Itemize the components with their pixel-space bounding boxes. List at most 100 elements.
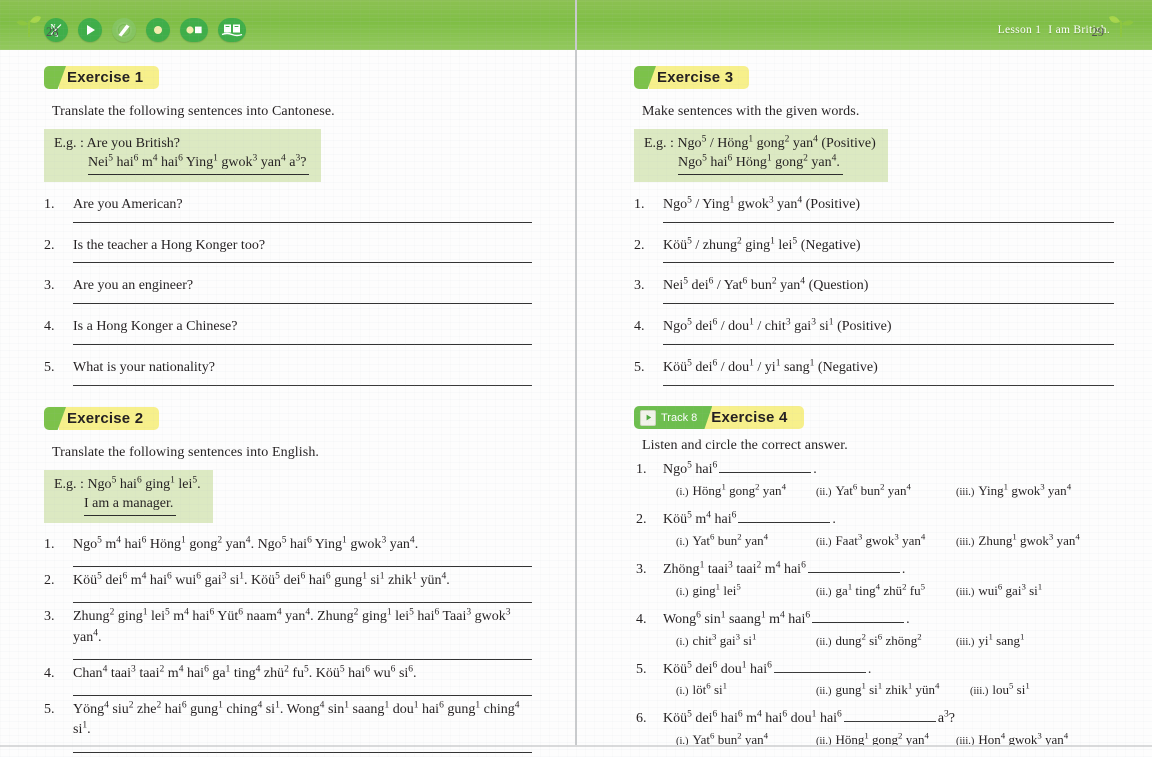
- option-choice[interactable]: (ii.) gung1 si1 zhik1 yün4: [816, 682, 939, 698]
- option-text: dung2 si6 zhöng2: [835, 631, 922, 648]
- answer-blank-line[interactable]: [73, 344, 532, 346]
- exercise-4-instruction: Listen and circle the correct answer.: [642, 438, 848, 453]
- option-choice[interactable]: (ii.) Faat3 gwok3 yan4: [816, 532, 925, 549]
- option-choice[interactable]: (i.) Höng1 gong2 yan4: [676, 482, 786, 499]
- question-number: 3.: [636, 561, 647, 577]
- exercise-1-question-list: 1. Are you American? 2. Is the teacher a…: [44, 195, 532, 386]
- answer-blank[interactable]: [773, 671, 866, 673]
- option-marker: (iii.): [970, 686, 989, 698]
- option-marker: (ii.): [816, 636, 832, 648]
- answer-blank[interactable]: [843, 721, 936, 723]
- option-marker: (ii.): [816, 686, 832, 698]
- option-marker: (iii.): [956, 586, 975, 598]
- answer-blank-line[interactable]: [73, 385, 532, 386]
- track-play-icon: [640, 409, 656, 426]
- option-text: lou5 si1: [992, 681, 1030, 698]
- answer-blank-line[interactable]: [73, 303, 532, 305]
- question-number: 5.: [44, 360, 55, 376]
- lesson-number: Lesson 1: [997, 24, 1042, 36]
- question-text: Ngo5 m4 hai6 Höng1 gong2 yan4. Ngo5 hai6…: [73, 534, 419, 552]
- option-choice[interactable]: (iii.) Ying1 gwok3 yan4: [956, 481, 1072, 499]
- option-text: Ying1 gwok3 yan4: [978, 481, 1072, 498]
- play-icon[interactable]: [78, 18, 102, 42]
- option-choice[interactable]: (i.) chit3 gai3 si1: [676, 631, 757, 649]
- answer-blank-line[interactable]: [73, 751, 532, 753]
- option-choice[interactable]: (ii.) dung2 si6 zhöng2: [816, 631, 922, 649]
- answer-blank-line[interactable]: [73, 221, 532, 223]
- question-item: 4. Wong6 sin1 saang1 m4 hai6. (i.) chit3 g…: [634, 610, 1114, 654]
- option-text: ga1 ting4 zhü2 fu5: [835, 581, 926, 598]
- option-text: Yat6 bun2 yan4: [835, 481, 911, 498]
- question-text: Ngo5 / Ying1 gwok3 yan4 (Positive): [663, 194, 861, 212]
- question-number: 6.: [636, 711, 647, 727]
- question-number: 5.: [636, 661, 647, 677]
- answer-blank-line[interactable]: [73, 658, 532, 660]
- answer-blank-line[interactable]: [73, 695, 532, 697]
- option-marker: (i.): [676, 536, 689, 548]
- question-stem: Ngo5 hai6: [663, 460, 718, 477]
- question-number: 3.: [634, 278, 645, 294]
- option-marker: (ii.): [816, 536, 832, 548]
- answer-blank-line[interactable]: [663, 303, 1114, 305]
- question-item: 2. Köü5 dei6 m4 hai6 wui6 gai3 si1. Köü5 …: [44, 565, 532, 591]
- option-text: yi1 sang1: [978, 631, 1025, 648]
- answer-blank-line[interactable]: [663, 221, 1114, 223]
- option-choice[interactable]: (iii.) yi1 sang1: [956, 631, 1025, 649]
- option-choice[interactable]: (i.) ging1 lei5: [676, 582, 741, 599]
- answer-blank-line[interactable]: [73, 262, 532, 264]
- dot-circle-icon[interactable]: [146, 18, 170, 42]
- question-number: 2.: [634, 237, 645, 253]
- answer-blank[interactable]: [719, 472, 812, 473]
- question-item: 4. Ngo5 dei6 / dou1 / chit3 gai3 si1 (Po…: [634, 317, 1114, 346]
- answer-blank[interactable]: [807, 571, 900, 573]
- answer-blank-line[interactable]: [663, 262, 1114, 264]
- trailing-blank: [44, 751, 532, 753]
- question-number: 3.: [44, 609, 55, 625]
- option-choice[interactable]: (ii.) ga1 ting4 zhü2 fu5: [816, 581, 926, 599]
- option-marker: (iii.): [956, 536, 975, 548]
- answer-blank[interactable]: [812, 621, 905, 623]
- answer-blank-line[interactable]: [663, 385, 1114, 386]
- question-text: Nei5 dei6 / Yat6 bun2 yan4 (Question): [663, 276, 869, 294]
- question-item: 1. Ngo5 / Ying1 gwok3 yan4 (Positive): [634, 195, 1114, 223]
- question-text: Are you an engineer?: [73, 278, 194, 294]
- question-item: 3. Nei5 dei6 / Yat6 bun2 yan4 (Question): [634, 276, 1114, 305]
- option-choice[interactable]: (ii.) Yat6 bun2 yan4: [816, 481, 911, 499]
- record-stop-icon[interactable]: [180, 18, 208, 42]
- example-line-1: E.g. : Are you British?: [54, 136, 180, 151]
- example-line-1: E.g. : Ngo5 / Höng1 gong2 yan4 (Positive…: [644, 134, 876, 151]
- example-line-2: Nei5 hai6 m4 hai6 Ying1 gwok3 yan4 a3?: [88, 153, 310, 175]
- option-text: löt6 si1: [692, 681, 728, 698]
- book-icon[interactable]: [218, 18, 246, 42]
- question-text: Köü5 dei6 / dou1 / yi1 sang1 (Negative): [663, 358, 878, 376]
- question-stem: Köü5 dei6 dou1 hai6: [663, 659, 772, 677]
- page-number-right: 29: [1091, 25, 1105, 39]
- option-choice[interactable]: (i.) Yat6 bun2 yan4: [676, 532, 768, 549]
- answer-blank-line[interactable]: [663, 344, 1114, 346]
- answer-blank-line[interactable]: [73, 565, 532, 567]
- track-badge[interactable]: Track 8: [634, 406, 713, 429]
- option-marker: (i.): [676, 686, 689, 698]
- question-stem: Köü5 m4 hai6: [663, 510, 737, 527]
- option-text: Zhung1 gwok3 yan4: [978, 531, 1080, 548]
- example-line-2: Ngo5 hai6 Höng1 gong2 yan4.: [678, 153, 843, 175]
- question-stem: Köü5 dei6 hai6 m4 hai6 dou1 hai6: [663, 709, 842, 727]
- option-choice[interactable]: (iii.) wui6 gai3 si1: [956, 582, 1042, 599]
- pencil-write-icon[interactable]: [112, 18, 136, 42]
- option-marker: (i.): [676, 586, 689, 598]
- exercise-3-instruction: Make sentences with the given words.: [642, 104, 860, 119]
- answer-blank[interactable]: [738, 521, 831, 523]
- option-choice[interactable]: (iii.) lou5 si1: [970, 682, 1030, 698]
- question-stem-tail: .: [832, 511, 836, 527]
- exercise-3-title: Exercise 3: [657, 69, 734, 86]
- question-text: Yöng4 siu2 zhe2 hai6 gung1 ching4 si1. W…: [73, 700, 520, 738]
- option-text: chit3 gai3 si1: [692, 631, 757, 648]
- option-choice[interactable]: (i.) löt6 si1: [676, 682, 727, 698]
- option-choice[interactable]: (iii.) Zhung1 gwok3 yan4: [956, 531, 1080, 549]
- page-gutter-divider: [575, 0, 577, 745]
- answer-blank-line[interactable]: [73, 602, 532, 604]
- question-item: 2. Is the teacher a Hong Konger too?: [44, 236, 532, 264]
- question-item: 3. Are you an engineer?: [44, 276, 532, 305]
- question-number: 1.: [634, 196, 645, 212]
- question-item: 5. Köü5 dei6 dou1 hai6. (i.) löt6 si1 (ii.…: [634, 659, 1114, 704]
